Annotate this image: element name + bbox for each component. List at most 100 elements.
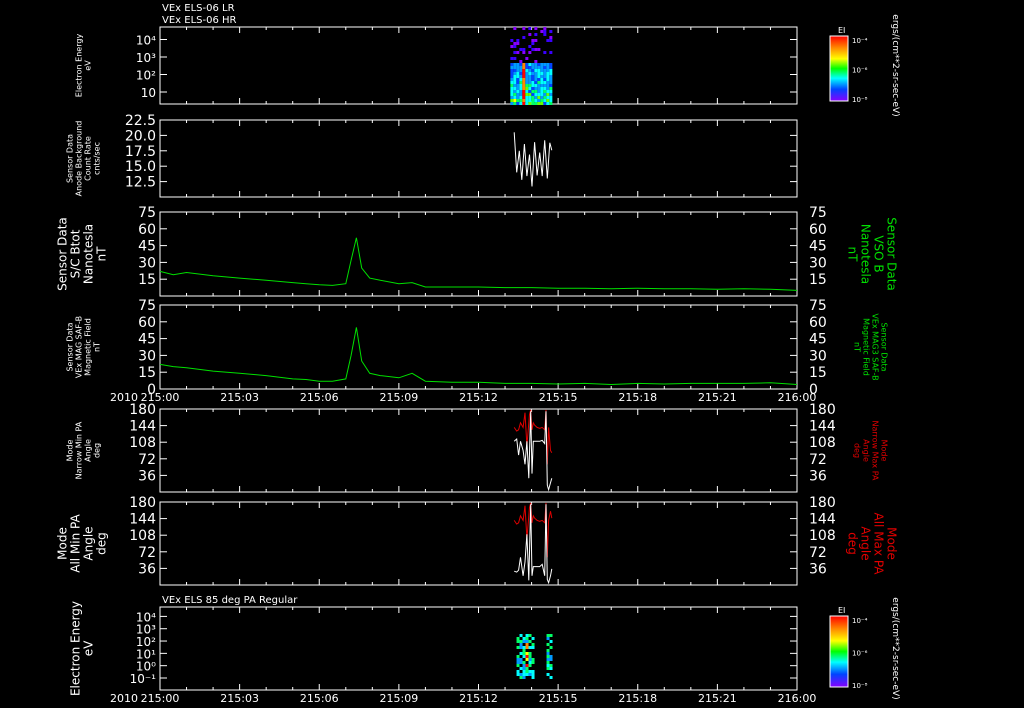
spectrogram-cell — [549, 658, 553, 661]
spectrogram-cell — [543, 102, 547, 105]
y-axis-label: Mode — [56, 527, 70, 560]
spectrogram-cell — [540, 72, 544, 75]
y-tick-label: 10² — [136, 635, 156, 649]
spectrogram-cell — [534, 84, 538, 87]
spectrogram-cell — [546, 90, 550, 93]
spectrogram-cell — [549, 646, 553, 649]
y-tick-label: 75 — [138, 298, 156, 314]
colorbar-tick-label: 10⁻⁶ — [852, 67, 868, 75]
spectrogram-cell — [534, 90, 538, 93]
right-axis-label: Angle — [859, 526, 873, 560]
y-tick-label: 15 — [138, 272, 156, 288]
spectrogram-cell — [546, 63, 550, 66]
spectrogram-cell — [513, 87, 517, 90]
spectrogram-cell — [537, 96, 541, 99]
spectrogram-cell — [546, 664, 550, 667]
y-axis-label: Narrow Min PA — [75, 421, 84, 479]
y-tick-label: 20.0 — [125, 128, 156, 144]
y-tick-label-right: 108 — [809, 528, 836, 544]
spectrogram-cell — [522, 36, 526, 39]
right-axis-label: Magnetic Field — [862, 318, 871, 376]
spectrogram-cell — [549, 39, 553, 42]
spectrogram-cell — [549, 655, 553, 658]
right-axis-label: Mode — [880, 440, 889, 462]
spectrogram-cell — [516, 640, 520, 643]
y-tick-label-right: 36 — [809, 468, 827, 484]
y-axis-label: Anode Background — [75, 121, 84, 197]
spectrogram-cell — [510, 90, 514, 93]
spectrogram-cell — [525, 646, 529, 649]
spectrogram-cell — [525, 634, 529, 637]
spectrogram-cell — [531, 75, 535, 78]
spectrogram-cell — [525, 96, 529, 99]
spectrogram-cell — [549, 63, 553, 66]
spectrogram-cell — [510, 72, 514, 75]
spectrogram-cell — [540, 63, 544, 66]
y-tick-label-right: 75 — [809, 205, 827, 221]
y-tick-label: 22.5 — [125, 113, 156, 129]
spectrogram-cell — [522, 90, 526, 93]
spectrogram-cell — [543, 63, 547, 66]
spectrogram-cell — [525, 81, 529, 84]
y-axis-label: Sensor Data — [66, 322, 75, 371]
spectrogram-cell — [516, 87, 520, 90]
y-axis-label: Angle — [82, 526, 96, 560]
spectrogram-cell — [534, 102, 538, 105]
right-axis-label: Narrow Max PA — [871, 421, 880, 482]
spectrogram-cell — [531, 72, 535, 75]
right-axis-label: VSO B — [872, 235, 886, 272]
spectrogram-cell — [549, 90, 553, 93]
time-tick-label: 215:15 — [539, 692, 578, 705]
y-axis-label: Electron Energy — [75, 34, 84, 98]
spectrogram-cell — [543, 75, 547, 78]
y-tick-label: 12.5 — [125, 175, 156, 191]
spectrogram-cell — [528, 652, 532, 655]
panel-title: VEx ELS 85 deg PA Regular — [162, 595, 298, 606]
spectrogram-cell — [528, 655, 532, 658]
spectrogram-cell — [531, 99, 535, 102]
y-tick-label-right: 15 — [809, 272, 827, 288]
spectrogram-cell — [528, 658, 532, 661]
spectrogram-cell — [534, 69, 538, 72]
spectrogram-cell — [525, 673, 529, 676]
spectrogram-cell — [528, 63, 532, 66]
time-tick-label: 215:18 — [618, 391, 657, 404]
spectrogram-cell — [546, 75, 550, 78]
spectrogram-cell — [510, 66, 514, 69]
y-axis-label: nT — [93, 342, 102, 352]
spectrogram-cell — [528, 51, 532, 54]
spectrogram-cell — [522, 93, 526, 96]
spectrogram-cell — [534, 87, 538, 90]
colorbar-tick-label: 10⁻⁶ — [852, 650, 868, 658]
spectrogram-cell — [528, 646, 532, 649]
spectrogram-cell — [531, 673, 535, 676]
time-tick-label: 215:00 — [141, 692, 180, 705]
spectrogram-cell — [549, 640, 553, 643]
spectrogram-cell — [519, 661, 523, 664]
y-tick-label-right: 144 — [809, 419, 836, 435]
spectrogram-cell — [549, 51, 553, 54]
spectrogram-cell — [513, 93, 517, 96]
spectrogram-cell — [522, 66, 526, 69]
y-axis-label: deg — [95, 532, 109, 555]
spectrogram-cell — [531, 42, 535, 45]
spectrogram-cell — [519, 72, 523, 75]
y-tick-label: 10¹ — [136, 647, 156, 661]
spectrogram-cell — [522, 646, 526, 649]
spectrogram-cell — [522, 27, 526, 30]
y-tick-label: 108 — [129, 528, 156, 544]
spectrogram-cell — [549, 84, 553, 87]
spectrogram-cell — [531, 670, 535, 673]
panel-frame — [159, 26, 798, 105]
y-tick-label: 10² — [136, 69, 156, 83]
spectrogram-cell — [519, 75, 523, 78]
spectrogram-cell — [513, 45, 517, 48]
y-axis-label: Sensor Data — [56, 217, 70, 291]
y-axis-label: eV — [82, 640, 96, 656]
spectrogram-cell — [537, 48, 541, 51]
spectrogram-cell — [549, 30, 553, 33]
spectrogram-cell — [525, 102, 529, 105]
spectrogram-cell — [528, 45, 532, 48]
y-tick-label-right: 45 — [809, 239, 827, 255]
time-tick-label: 215:21 — [698, 391, 737, 404]
